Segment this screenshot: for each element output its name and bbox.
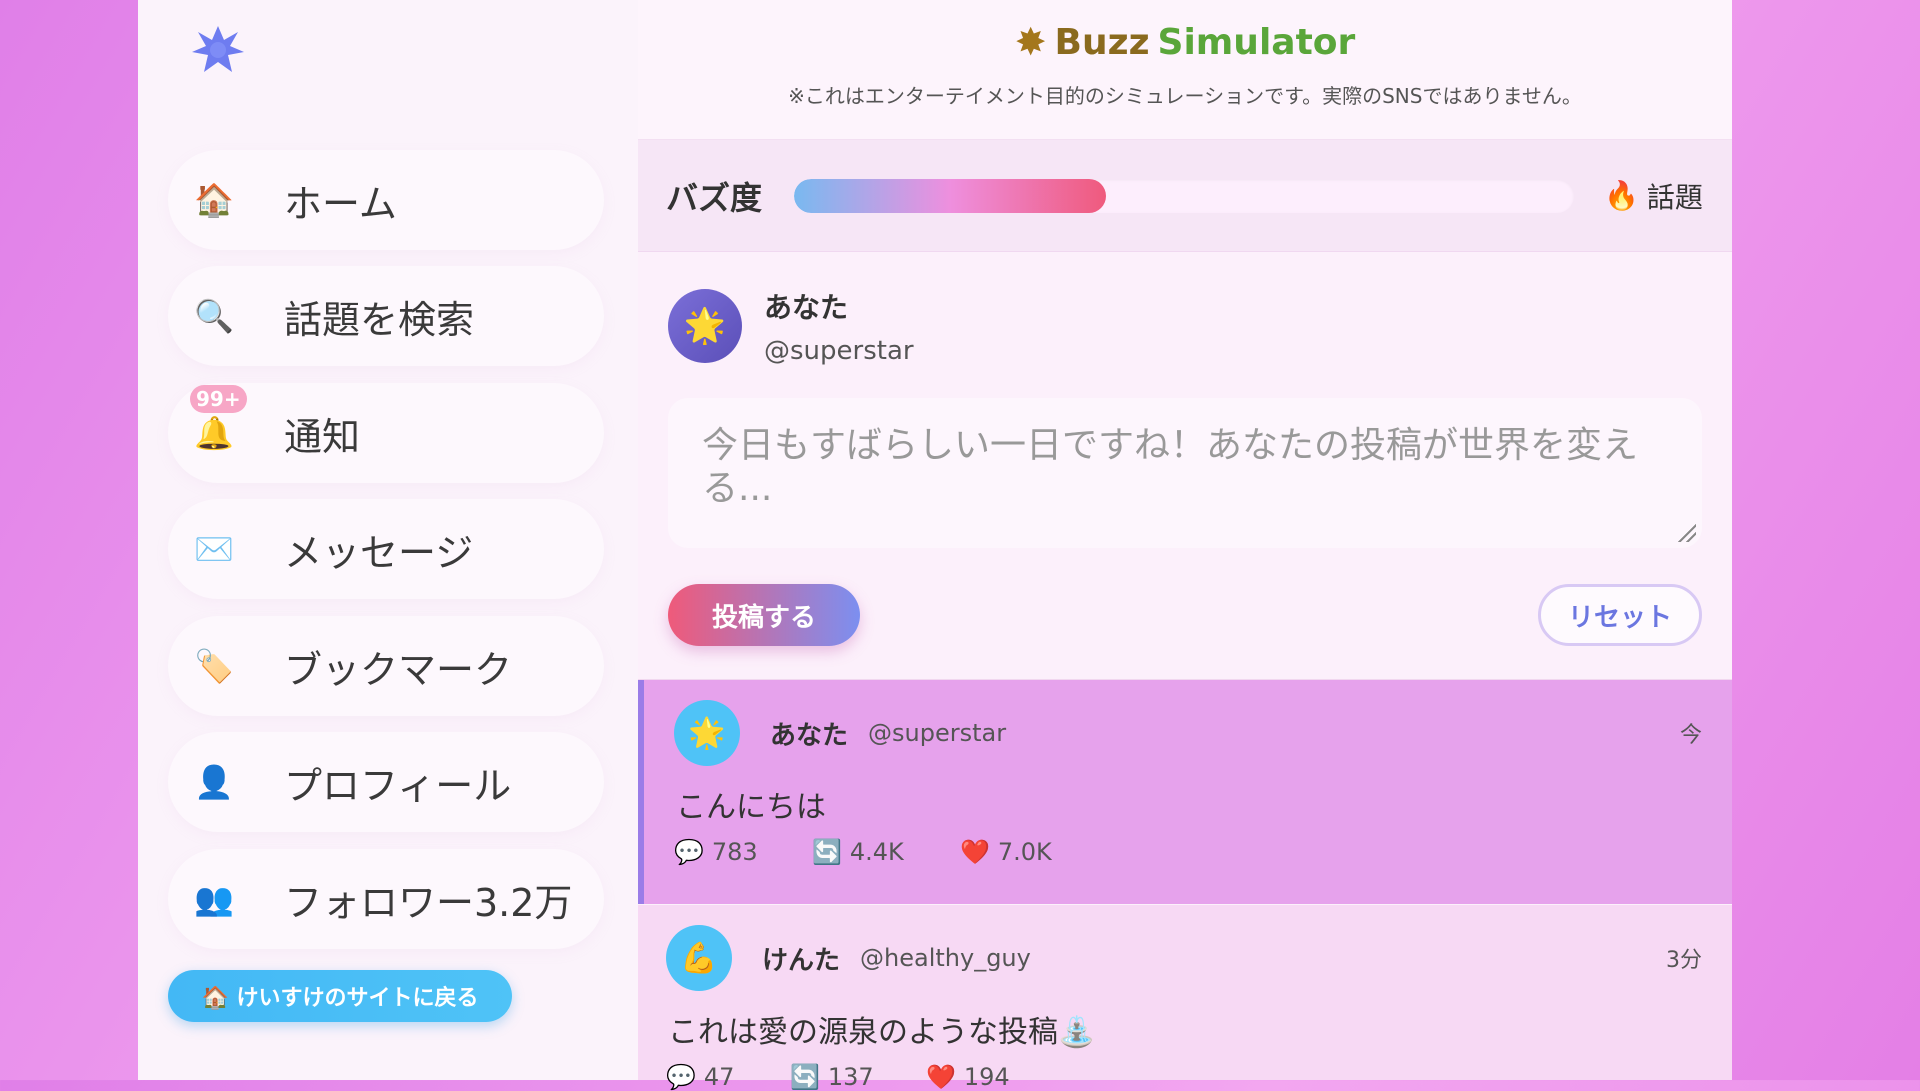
disclaimer: ※これはエンターテイメント目的のシミュレーションです。実際のSNSではありません… [788,84,1582,108]
retweet-icon: 🔄 [790,1063,820,1091]
post-stats: 💬 783 🔄 4.4K ❤️ 7.0K [674,838,1702,866]
sidebar: 🏠 ホーム 🔍 話題を検索 🔔 99+ 通知 ✉️ メッセージ 🏷️ ブックマー… [138,0,638,1080]
sidebar-item-label: 通知 [284,414,361,459]
like-count-value: 194 [963,1063,1010,1091]
title-simulator: Simulator [1157,21,1356,63]
sidebar-item-notifications[interactable]: 🔔 99+ 通知 [168,383,604,483]
retweet-count-value: 4.4K [849,838,904,866]
post-time: 3分 [1666,948,1702,973]
avatar[interactable]: 🌟 [668,289,742,363]
tag-icon: 🏷️ [194,647,234,685]
sidebar-item-bookmarks[interactable]: 🏷️ ブックマーク [168,616,604,716]
user-handle: @superstar [764,336,914,366]
sidebar-item-label: メッセージ [284,530,474,575]
sidebar-item-search[interactable]: 🔍 話題を検索 [168,266,604,366]
post-placeholder: 今日もすばらしい一日ですね！あなたの投稿が世界を変える... [702,425,1639,510]
header: ✸ Buzz Simulator ※これはエンターテイメント目的のシミュレーショ… [638,0,1732,140]
sidebar-item-profile[interactable]: 👤 プロフィール [168,732,604,832]
comment-icon: 💬 [674,838,704,866]
post-time: 今 [1679,723,1702,748]
bell-icon: 🔔 99+ [190,385,247,455]
retweet-icon: 🔄 [812,838,842,866]
user-name: あなた [764,291,849,324]
house-icon: 🏠 [194,181,234,219]
notification-badge: 99+ [190,385,247,413]
like-count-value: 7.0K [997,838,1052,866]
sidebar-item-label: 話題を検索 [284,297,475,342]
sidebar-item-label: プロフィール [284,763,512,808]
fire-icon: 🔥 [1604,179,1639,212]
comment-count[interactable]: 💬 783 [674,838,812,866]
post-body: こんにちは [676,790,826,825]
retweet-count[interactable]: 🔄 4.4K [812,838,960,866]
envelope-icon: ✉️ [194,530,234,568]
like-count[interactable]: ❤️ 7.0K [960,838,1052,866]
avatar[interactable]: 🌟 [674,700,740,766]
comment-icon: 💬 [666,1063,696,1091]
post-user-handle: @healthy_guy [860,944,1031,972]
post-item[interactable]: 💪 けんた @healthy_guy 3分 これは愛の源泉のような投稿⛲ 💬 4… [638,905,1732,1091]
post-user-handle: @superstar [868,719,1007,747]
heart-icon: ❤️ [926,1063,956,1091]
post-stats: 💬 47 🔄 137 ❤️ 194 [666,1063,1702,1091]
sidebar-item-label: ホーム [284,181,397,226]
sidebar-item-followers[interactable]: 👥 フォロワー3.2万 [168,849,604,949]
composer: 🌟 あなた @superstar 今日もすばらしい一日ですね！あなたの投稿が世界… [638,252,1732,680]
post-user-name: けんた [762,945,841,976]
buzz-meter: バズ度 🔥 話題 [638,140,1732,252]
star-burst-icon[interactable] [190,22,246,78]
buzz-progress-track [794,178,1574,213]
retweet-count[interactable]: 🔄 137 [790,1063,926,1091]
back-to-site-button[interactable]: 🏠 けいすけのサイトに戻る [168,970,512,1022]
reset-button[interactable]: リセット [1538,584,1702,646]
users-icon: 👥 [194,880,234,918]
post-body: これは愛の源泉のような投稿⛲ [668,1015,1096,1050]
composer-actions: 投稿する リセット [668,584,1702,646]
buzz-progress-fill [794,178,1106,213]
sidebar-item-home[interactable]: 🏠 ホーム [168,150,604,250]
user-icon: 👤 [194,763,234,801]
composer-user: 🌟 あなた @superstar [668,286,1702,366]
page-title: ✸ Buzz Simulator [638,0,1732,64]
post-textarea[interactable]: 今日もすばらしい一日ですね！あなたの投稿が世界を変える... [668,398,1702,548]
magnifier-icon: 🔍 [194,297,234,335]
buzz-label: バズ度 [666,178,763,217]
comment-count-value: 783 [711,838,758,866]
sidebar-item-label: ブックマーク [284,647,513,692]
title-buzz: Buzz [1054,21,1150,63]
retweet-count-value: 137 [827,1063,874,1091]
avatar[interactable]: 💪 [666,925,732,991]
post-button[interactable]: 投稿する [668,584,860,646]
like-count[interactable]: ❤️ 194 [926,1063,1010,1091]
post-user-name: あなた [770,720,849,751]
app: 🏠 ホーム 🔍 話題を検索 🔔 99+ 通知 ✉️ メッセージ 🏷️ ブックマー… [138,0,1732,1091]
buzz-status: 🔥 話題 [1604,176,1703,216]
buzz-status-text: 話題 [1646,180,1703,214]
comment-count[interactable]: 💬 47 [666,1063,790,1091]
burst-icon: ✸ [1014,20,1047,64]
heart-icon: ❤️ [960,838,990,866]
sidebar-item-messages[interactable]: ✉️ メッセージ [168,499,604,599]
sidebar-item-label: フォロワー3.2万 [284,880,573,925]
main-panel: ✸ Buzz Simulator ※これはエンターテイメント目的のシミュレーショ… [638,0,1732,1091]
comment-count-value: 47 [703,1063,735,1091]
resize-handle-icon[interactable] [1676,522,1696,542]
post-item[interactable]: 🌟 あなた @superstar 今 こんにちは 💬 783 🔄 4.4K ❤️… [638,680,1732,904]
